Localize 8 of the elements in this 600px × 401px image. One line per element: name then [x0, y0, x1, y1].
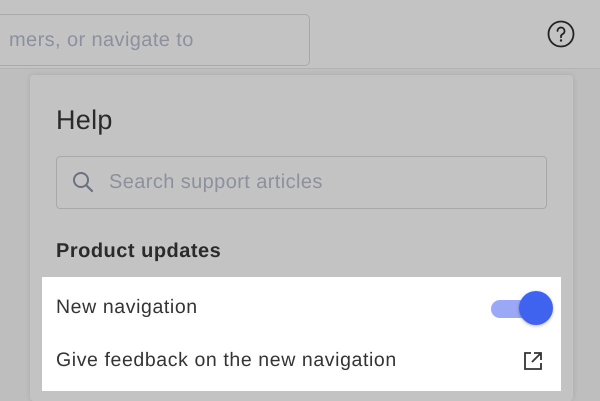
help-icon[interactable] [547, 20, 575, 48]
panel-title: Help [56, 105, 113, 136]
toggle-switch[interactable] [491, 290, 553, 324]
feedback-link[interactable]: Give feedback on the new navigation [56, 349, 397, 372]
external-link-icon[interactable] [523, 350, 543, 370]
search-icon [72, 171, 94, 193]
section-heading: Product updates [56, 240, 222, 263]
setting-label: New navigation [56, 296, 198, 319]
